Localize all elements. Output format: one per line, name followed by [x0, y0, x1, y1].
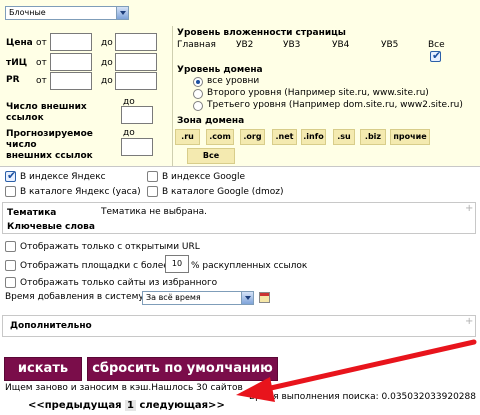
annotation-arrow-icon: [236, 339, 477, 402]
